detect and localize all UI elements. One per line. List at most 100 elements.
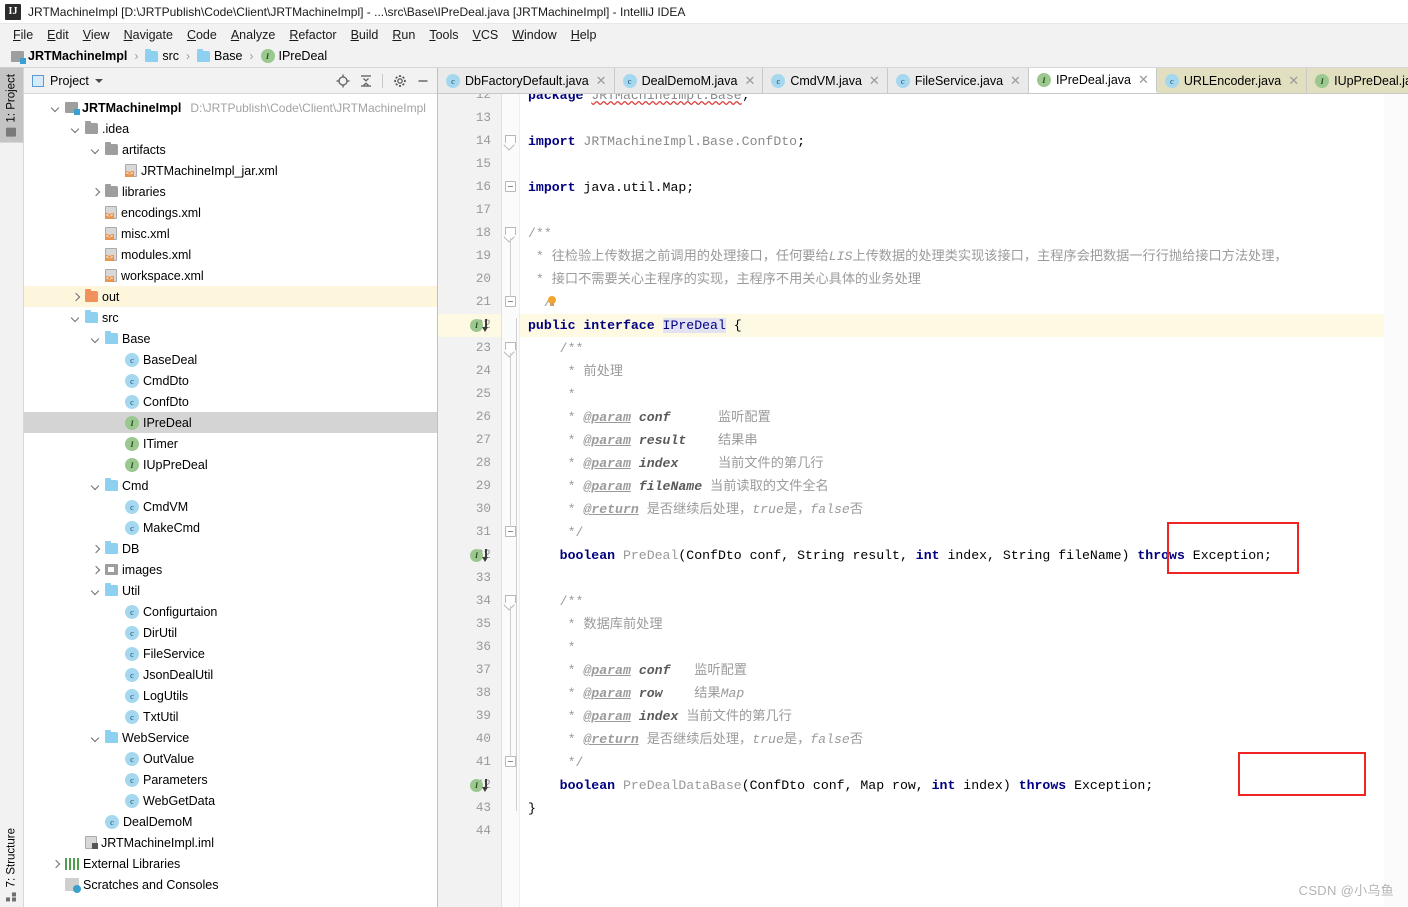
intention-bulb-icon[interactable] xyxy=(546,296,558,308)
tree-node-db[interactable]: DB xyxy=(24,538,437,559)
tree-node-out[interactable]: out xyxy=(24,286,437,307)
fold-collapse-start-icon[interactable] xyxy=(505,135,516,148)
tree-node-ipredeal[interactable]: I IPreDeal xyxy=(24,412,437,433)
menu-item-build[interactable]: Build xyxy=(344,26,386,44)
tree-node-makecmd[interactable]: c MakeCmd xyxy=(24,517,437,538)
tree-node-libraries[interactable]: libraries xyxy=(24,181,437,202)
menu-item-window[interactable]: Window xyxy=(505,26,563,44)
minimize-icon[interactable] xyxy=(414,72,431,89)
fold-collapse-end-icon[interactable] xyxy=(505,181,516,192)
breadcrumb-item-base[interactable]: Base xyxy=(194,48,246,64)
chevron-down-icon[interactable] xyxy=(90,732,101,743)
interface-implemented-icon[interactable]: I xyxy=(470,774,496,797)
breadcrumb[interactable]: JRTMachineImpl › src › Base › I IPreDeal xyxy=(0,45,1408,68)
tree-node-jsondealutil[interactable]: c JsonDealUtil xyxy=(24,664,437,685)
editor-scrollbar[interactable] xyxy=(1384,94,1408,907)
menu-item-tools[interactable]: Tools xyxy=(422,26,465,44)
tree-node-cmddto[interactable]: c CmdDto xyxy=(24,370,437,391)
chevron-down-icon[interactable] xyxy=(90,333,101,344)
project-panel-title-group[interactable]: Project xyxy=(32,74,328,88)
tree-node-txtutil[interactable]: c TxtUtil xyxy=(24,706,437,727)
tree-node-artifacts[interactable]: artifacts xyxy=(24,139,437,160)
menu-item-view[interactable]: View xyxy=(76,26,117,44)
tree-node-cmd[interactable]: Cmd xyxy=(24,475,437,496)
tree-node-jrtmachineimpl-jar-xml[interactable]: JRTMachineImpl_jar.xml xyxy=(24,160,437,181)
tree-node-outvalue[interactable]: c OutValue xyxy=(24,748,437,769)
menu-bar[interactable]: File Edit View Navigate Code Analyze Refactor B… xyxy=(0,24,1408,45)
menu-item-help[interactable]: Help xyxy=(564,26,604,44)
menu-item-refactor[interactable]: Refactor xyxy=(282,26,343,44)
editor-tab-ipredeal-java[interactable]: I IPreDeal.java ✕ xyxy=(1028,68,1157,93)
gear-icon[interactable] xyxy=(391,72,408,89)
interface-implemented-icon[interactable]: I xyxy=(470,544,496,567)
chevron-down-icon[interactable] xyxy=(94,78,103,83)
tree-node-base[interactable]: Base xyxy=(24,328,437,349)
fold-collapse-end-icon[interactable] xyxy=(505,526,516,537)
chevron-down-icon[interactable] xyxy=(90,480,101,491)
tree-node-misc-xml[interactable]: misc.xml xyxy=(24,223,437,244)
tree-node-external-libraries[interactable]: External Libraries xyxy=(24,853,437,874)
fold-collapse-end-icon[interactable] xyxy=(505,756,516,767)
close-icon[interactable]: ✕ xyxy=(1010,74,1021,87)
editor-tab-bar[interactable]: c DbFactoryDefault.java ✕ c DealDemoM.java ✕ c… xyxy=(438,68,1408,94)
tree-node-modules-xml[interactable]: modules.xml xyxy=(24,244,437,265)
editor-tab-urlencoder-java[interactable]: c URLEncoder.java ✕ xyxy=(1156,68,1308,93)
code-folding-column[interactable] xyxy=(502,94,520,907)
breadcrumb-item-ipredeal[interactable]: I IPreDeal xyxy=(258,48,331,64)
tool-window-button-project[interactable]: 1: Project xyxy=(0,68,23,143)
tree-node-util[interactable]: Util xyxy=(24,580,437,601)
chevron-right-icon[interactable] xyxy=(90,543,101,554)
editor-tab-dealdemom-java[interactable]: c DealDemoM.java ✕ xyxy=(614,68,764,93)
breadcrumb-item-jrtmachineimpl[interactable]: JRTMachineImpl xyxy=(8,48,130,64)
chevron-right-icon[interactable] xyxy=(70,291,81,302)
tree-node-webservice[interactable]: WebService xyxy=(24,727,437,748)
locate-target-icon[interactable] xyxy=(334,72,351,89)
menu-item-run[interactable]: Run xyxy=(385,26,422,44)
chevron-right-icon[interactable] xyxy=(90,564,101,575)
close-icon[interactable]: ✕ xyxy=(744,74,755,87)
chevron-down-icon[interactable] xyxy=(90,585,101,596)
tree-node-dirutil[interactable]: c DirUtil xyxy=(24,622,437,643)
menu-item-analyze[interactable]: Analyze xyxy=(224,26,282,44)
menu-item-edit[interactable]: Edit xyxy=(40,26,76,44)
tree-node-workspace-xml[interactable]: workspace.xml xyxy=(24,265,437,286)
menu-item-code[interactable]: Code xyxy=(180,26,224,44)
menu-item-vcs[interactable]: VCS xyxy=(466,26,506,44)
interface-implemented-icon[interactable]: I xyxy=(470,314,496,337)
collapse-all-icon[interactable] xyxy=(357,72,374,89)
chevron-down-icon[interactable] xyxy=(70,312,81,323)
tree-node-logutils[interactable]: c LogUtils xyxy=(24,685,437,706)
chevron-right-icon[interactable] xyxy=(90,186,101,197)
tree-node-encodings-xml[interactable]: encodings.xml xyxy=(24,202,437,223)
tree-node-src[interactable]: src xyxy=(24,307,437,328)
editor-gutter[interactable]: 12 13 14 15 16 17 18 19 20 21 22 I 23 24 25 26 27 28 29 30 3… xyxy=(438,94,502,907)
chevron-down-icon[interactable] xyxy=(50,102,61,113)
tree-node--idea[interactable]: .idea xyxy=(24,118,437,139)
tool-window-button-structure[interactable]: 7: Structure xyxy=(0,822,23,907)
close-icon[interactable]: ✕ xyxy=(1138,73,1149,86)
tree-node-iuppredeal[interactable]: I IUpPreDeal xyxy=(24,454,437,475)
editor-tab-fileservice-java[interactable]: c FileService.java ✕ xyxy=(887,68,1029,93)
project-tree[interactable]: JRTMachineImpl D:\JRTPublish\Code\Client\… xyxy=(24,94,437,907)
tree-node-configurtaion[interactable]: c Configurtaion xyxy=(24,601,437,622)
tree-node-jrtmachineimpl[interactable]: JRTMachineImpl D:\JRTPublish\Code\Client\… xyxy=(24,97,437,118)
editor-tab-iuppredeal-java[interactable]: IIUpPreDeal.java✕ xyxy=(1307,68,1408,93)
close-icon[interactable]: ✕ xyxy=(1288,74,1299,87)
chevron-right-icon[interactable] xyxy=(50,858,61,869)
tree-node-dealdemom[interactable]: c DealDemoM xyxy=(24,811,437,832)
menu-item-navigate[interactable]: Navigate xyxy=(117,26,180,44)
menu-item-file[interactable]: File xyxy=(6,26,40,44)
chevron-down-icon[interactable] xyxy=(70,123,81,134)
fold-collapse-end-icon[interactable] xyxy=(505,296,516,307)
tree-node-images[interactable]: images xyxy=(24,559,437,580)
tree-node-cmdvm[interactable]: c CmdVM xyxy=(24,496,437,517)
tree-node-webgetdata[interactable]: c WebGetData xyxy=(24,790,437,811)
close-icon[interactable]: ✕ xyxy=(869,74,880,87)
tree-node-confdto[interactable]: c ConfDto xyxy=(24,391,437,412)
tree-node-fileservice[interactable]: c FileService xyxy=(24,643,437,664)
breadcrumb-item-src[interactable]: src xyxy=(142,48,182,64)
editor-tab-dbfactorydefault-java[interactable]: c DbFactoryDefault.java ✕ xyxy=(438,68,615,93)
code-text[interactable]: package JRTMachineImpl.Base; import JRTMa… xyxy=(520,94,1384,907)
tree-node-scratches-and-consoles[interactable]: Scratches and Consoles xyxy=(24,874,437,895)
tree-node-jrtmachineimpl-iml[interactable]: JRTMachineImpl.iml xyxy=(24,832,437,853)
